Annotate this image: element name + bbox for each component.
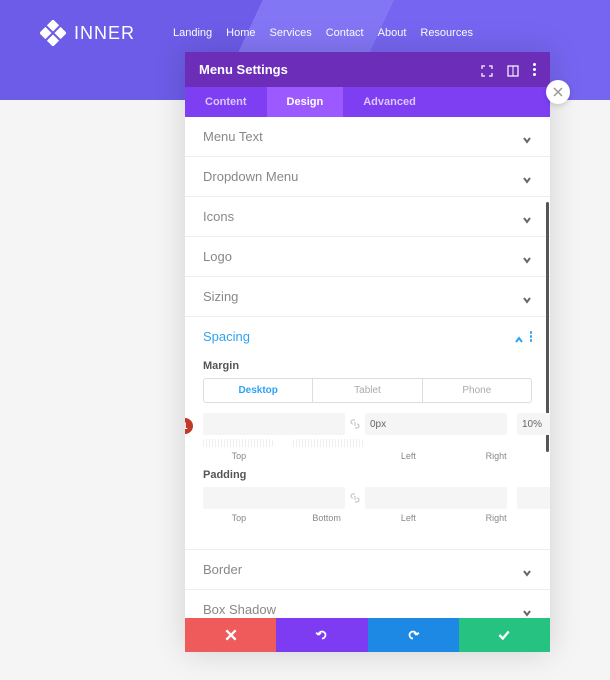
- device-desktop[interactable]: Desktop: [204, 379, 313, 402]
- section-border[interactable]: Border: [185, 550, 550, 589]
- brand-logo[interactable]: INNER: [40, 20, 135, 46]
- section-spacing[interactable]: Spacing: [185, 317, 550, 356]
- undo-button[interactable]: [276, 618, 367, 652]
- chevron-down-icon: [522, 212, 532, 222]
- device-phone[interactable]: Phone: [423, 379, 531, 402]
- margin-bottom-input[interactable]: [365, 413, 507, 435]
- nav-item-contact[interactable]: Contact: [326, 27, 364, 39]
- expand-icon[interactable]: [481, 64, 493, 76]
- chevron-down-icon: [522, 132, 532, 142]
- chevron-down-icon: [522, 252, 532, 262]
- cancel-button[interactable]: [185, 618, 276, 652]
- margin-top-input[interactable]: [203, 413, 345, 435]
- panel-tabs: Content Design Advanced: [185, 87, 550, 117]
- padding-label: Padding: [203, 469, 532, 481]
- redo-button[interactable]: [368, 618, 459, 652]
- section-more-icon[interactable]: [530, 331, 533, 342]
- padding-top-input[interactable]: [203, 487, 345, 509]
- grid-icon[interactable]: [507, 64, 519, 76]
- drag-handle[interactable]: [293, 439, 363, 447]
- save-button[interactable]: [459, 618, 550, 652]
- brand-name: INNER: [74, 23, 135, 44]
- logo-icon: [40, 20, 66, 46]
- chevron-down-icon: [522, 172, 532, 182]
- section-menu-text[interactable]: Menu Text: [185, 117, 550, 156]
- link-icon[interactable]: [347, 413, 363, 435]
- nav-item-landing[interactable]: Landing: [173, 27, 212, 39]
- annotation-badge-1: 1: [185, 418, 193, 434]
- tab-content[interactable]: Content: [185, 87, 267, 117]
- panel-body: Menu Text Dropdown Menu Icons Logo Sizin…: [185, 117, 550, 618]
- device-tabs: Desktop Tablet Phone: [203, 378, 532, 403]
- padding-left-input[interactable]: [517, 487, 550, 509]
- margin-label: Margin: [203, 360, 532, 372]
- chevron-up-icon: [514, 332, 524, 342]
- settings-panel: Menu Settings Content Design Advanced Me…: [185, 52, 550, 652]
- panel-header[interactable]: Menu Settings: [185, 52, 550, 87]
- tab-design[interactable]: Design: [267, 87, 344, 117]
- tab-advanced[interactable]: Advanced: [343, 87, 436, 117]
- section-icons[interactable]: Icons: [185, 197, 550, 236]
- nav-item-services[interactable]: Services: [270, 27, 312, 39]
- close-panel-button[interactable]: [546, 80, 570, 104]
- chevron-down-icon: [522, 605, 532, 615]
- margin-left-input[interactable]: [517, 413, 550, 435]
- more-icon[interactable]: [533, 63, 536, 76]
- padding-bottom-input[interactable]: [365, 487, 507, 509]
- section-sizing[interactable]: Sizing: [185, 277, 550, 316]
- chevron-down-icon: [522, 565, 532, 575]
- section-logo[interactable]: Logo: [185, 237, 550, 276]
- section-dropdown-menu[interactable]: Dropdown Menu: [185, 157, 550, 196]
- nav-item-home[interactable]: Home: [226, 27, 255, 39]
- nav-item-about[interactable]: About: [378, 27, 407, 39]
- panel-title: Menu Settings: [199, 62, 288, 77]
- drag-handle[interactable]: [203, 439, 273, 447]
- main-nav: Landing Home Services Contact About Reso…: [173, 27, 473, 39]
- nav-item-resources[interactable]: Resources: [420, 27, 473, 39]
- chevron-down-icon: [522, 292, 532, 302]
- panel-footer: [185, 618, 550, 652]
- device-tablet[interactable]: Tablet: [313, 379, 422, 402]
- section-box-shadow[interactable]: Box Shadow: [185, 590, 550, 618]
- link-icon[interactable]: [347, 487, 363, 509]
